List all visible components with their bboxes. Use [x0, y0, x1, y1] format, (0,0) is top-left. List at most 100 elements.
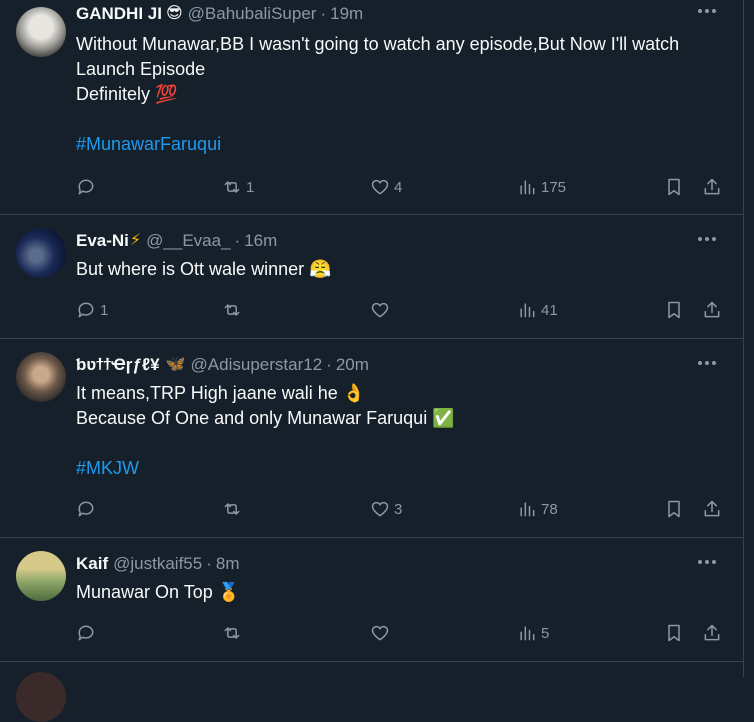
timeline-right-border: [743, 0, 744, 677]
share-icon: [704, 301, 720, 318]
avatar[interactable]: [16, 672, 66, 722]
more-icon[interactable]: [694, 5, 720, 17]
bookmark-button[interactable]: [664, 175, 684, 199]
like-button[interactable]: [370, 298, 394, 322]
timestamp[interactable]: 16m: [244, 231, 277, 251]
share-button[interactable]: [702, 175, 722, 199]
tweet-text-line: Because Of One and only Munawar Faruqui …: [76, 408, 455, 428]
tweet-text-line: Launch Episode: [76, 59, 206, 79]
name-emoji: 🦋: [165, 356, 186, 373]
retweet-icon: [224, 304, 240, 316]
tweet[interactable]: Eva-Ni ⚡ @__Evaa_ · 16m But where is Ott…: [0, 215, 743, 339]
timestamp[interactable]: 19m: [330, 4, 363, 24]
views-icon: [520, 303, 535, 318]
hashtag-link[interactable]: #MunawarFaruqui: [76, 132, 679, 157]
retweet-icon: [224, 181, 240, 193]
reply-button[interactable]: [76, 497, 100, 521]
avatar[interactable]: [16, 228, 66, 278]
views-button[interactable]: 78: [517, 497, 558, 521]
share-icon: [704, 178, 720, 195]
display-name[interactable]: GANDHI JI: [76, 4, 162, 24]
views-icon: [520, 626, 535, 641]
reply-icon: [78, 302, 94, 318]
tweet-text-line: Munawar On Top 🏅: [76, 582, 241, 602]
like-count: 3: [394, 500, 403, 518]
bookmark-icon: [668, 178, 680, 196]
share-button[interactable]: [702, 298, 722, 322]
tweet[interactable]: GANDHI JI 😎 @BahubaliSuper · 19m Without…: [0, 0, 743, 215]
more-icon[interactable]: [694, 357, 720, 369]
tweet-text-line: Without Munawar,BB I wasn't going to wat…: [76, 34, 680, 54]
reply-icon: [78, 625, 94, 641]
hashtag-link[interactable]: #MKJW: [76, 456, 455, 481]
views-button[interactable]: 41: [517, 298, 558, 322]
tweet-text: But where is Ott wale winner 😤: [76, 257, 332, 282]
separator-dot: ·: [326, 355, 332, 374]
user-handle[interactable]: @BahubaliSuper: [188, 4, 317, 24]
bookmark-icon: [668, 301, 680, 319]
avatar[interactable]: [16, 551, 66, 601]
bookmark-button[interactable]: [664, 298, 684, 322]
views-button[interactable]: 175: [517, 175, 566, 199]
views-count: 175: [541, 178, 567, 196]
user-handle[interactable]: @__Evaa_: [146, 231, 230, 251]
tweet-actions: 5: [76, 621, 726, 645]
like-button[interactable]: 4: [370, 175, 402, 199]
display-name[interactable]: Kaif: [76, 554, 108, 574]
share-button[interactable]: [702, 621, 722, 645]
like-icon: [371, 501, 389, 517]
tweet-header: ƅʋϯϯҼɼƒℓ¥ 🦋 @Adisuperstar12 · 20m: [76, 354, 369, 376]
separator-dot: ·: [206, 554, 212, 573]
separator-dot: ·: [234, 231, 241, 250]
bookmark-button[interactable]: [664, 621, 684, 645]
avatar[interactable]: [16, 7, 66, 57]
like-button[interactable]: 3: [370, 497, 402, 521]
tweet-text-line: But where is Ott wale winner 😤: [76, 259, 332, 279]
like-icon: [371, 302, 389, 318]
views-button[interactable]: 5: [517, 621, 549, 645]
tweet-header: Eva-Ni ⚡ @__Evaa_ · 16m: [76, 230, 277, 252]
tweet-text-line: Definitely 💯: [76, 84, 178, 104]
tweet-header: GANDHI JI 😎 @BahubaliSuper · 19m: [76, 3, 363, 25]
retweet-button[interactable]: [222, 298, 246, 322]
views-icon: [520, 180, 535, 195]
tweet-actions: 1 4 175: [76, 175, 726, 199]
tweet-actions: 3 78: [76, 497, 726, 521]
tweet[interactable]: Kaif @justkaif55 · 8m Munawar On Top 🏅 5: [0, 538, 743, 662]
user-handle[interactable]: @Adisuperstar12: [191, 355, 323, 375]
tweet-text: Without Munawar,BB I wasn't going to wat…: [76, 32, 679, 157]
retweet-icon: [224, 503, 240, 515]
reply-button[interactable]: [76, 175, 100, 199]
tweet-text-line: It means,TRP High jaane wali he 👌: [76, 383, 366, 403]
retweet-icon: [224, 627, 240, 639]
display-name[interactable]: Eva-Ni: [76, 231, 129, 251]
display-name[interactable]: ƅʋϯϯҼɼƒℓ¥: [76, 355, 160, 375]
avatar[interactable]: [16, 352, 66, 402]
views-count: 5: [541, 624, 550, 642]
like-icon: [371, 625, 389, 641]
like-button[interactable]: [370, 621, 394, 645]
reply-button[interactable]: 1: [76, 298, 108, 322]
views-count: 78: [541, 500, 558, 518]
timestamp[interactable]: 8m: [216, 554, 240, 574]
retweet-button[interactable]: 1: [222, 175, 254, 199]
reply-count: 1: [100, 301, 109, 319]
tweet-text: Munawar On Top 🏅: [76, 580, 240, 605]
more-icon[interactable]: [694, 556, 720, 568]
user-handle[interactable]: @justkaif55: [113, 554, 202, 574]
more-icon[interactable]: [694, 233, 720, 245]
timestamp[interactable]: 20m: [336, 355, 369, 375]
tweet-header: Kaif @justkaif55 · 8m: [76, 553, 240, 575]
share-button[interactable]: [702, 497, 722, 521]
share-icon: [704, 624, 720, 641]
retweet-button[interactable]: [222, 497, 246, 521]
tweet[interactable]: ƅʋϯϯҼɼƒℓ¥ 🦋 @Adisuperstar12 · 20m It mea…: [0, 339, 743, 538]
tweet-text: It means,TRP High jaane wali he 👌 Becaus…: [76, 381, 455, 481]
retweet-count: 1: [246, 178, 255, 196]
views-icon: [520, 502, 535, 517]
bookmark-icon: [668, 624, 680, 642]
views-count: 41: [541, 301, 558, 319]
reply-button[interactable]: [76, 621, 100, 645]
bookmark-button[interactable]: [664, 497, 684, 521]
retweet-button[interactable]: [222, 621, 246, 645]
